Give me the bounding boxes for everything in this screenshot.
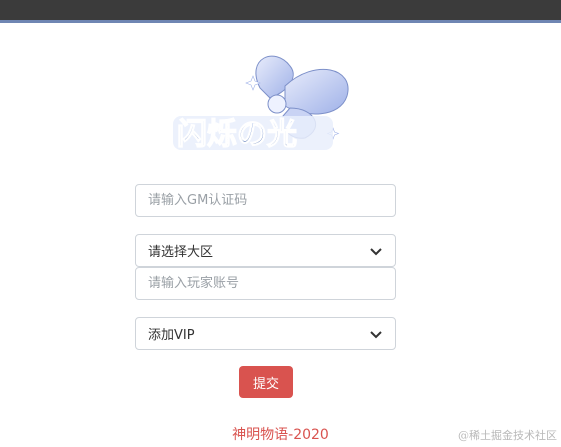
logo-graphic: 闪烁の光 [173, 55, 349, 153]
vip-select-value: 添加VIP [148, 328, 195, 343]
top-bar [0, 0, 561, 20]
chevron-down-icon [370, 247, 382, 255]
gm-code-input[interactable] [148, 185, 383, 216]
region-select-value: 请选择大区 [148, 245, 214, 260]
game-logo: 闪烁の光 [165, 48, 355, 164]
top-accent-line [0, 20, 561, 23]
player-account-field[interactable] [135, 267, 396, 300]
submit-button[interactable]: 提交 [239, 366, 293, 398]
player-account-input[interactable] [148, 268, 383, 299]
logo-text: 闪烁の光 [177, 117, 297, 152]
gm-code-field[interactable] [135, 184, 396, 217]
chevron-down-icon [370, 330, 382, 338]
watermark: @稀土掘金技术社区 [458, 429, 557, 442]
region-select[interactable]: 请选择大区 [135, 234, 396, 267]
vip-select[interactable]: 添加VIP [135, 317, 396, 350]
